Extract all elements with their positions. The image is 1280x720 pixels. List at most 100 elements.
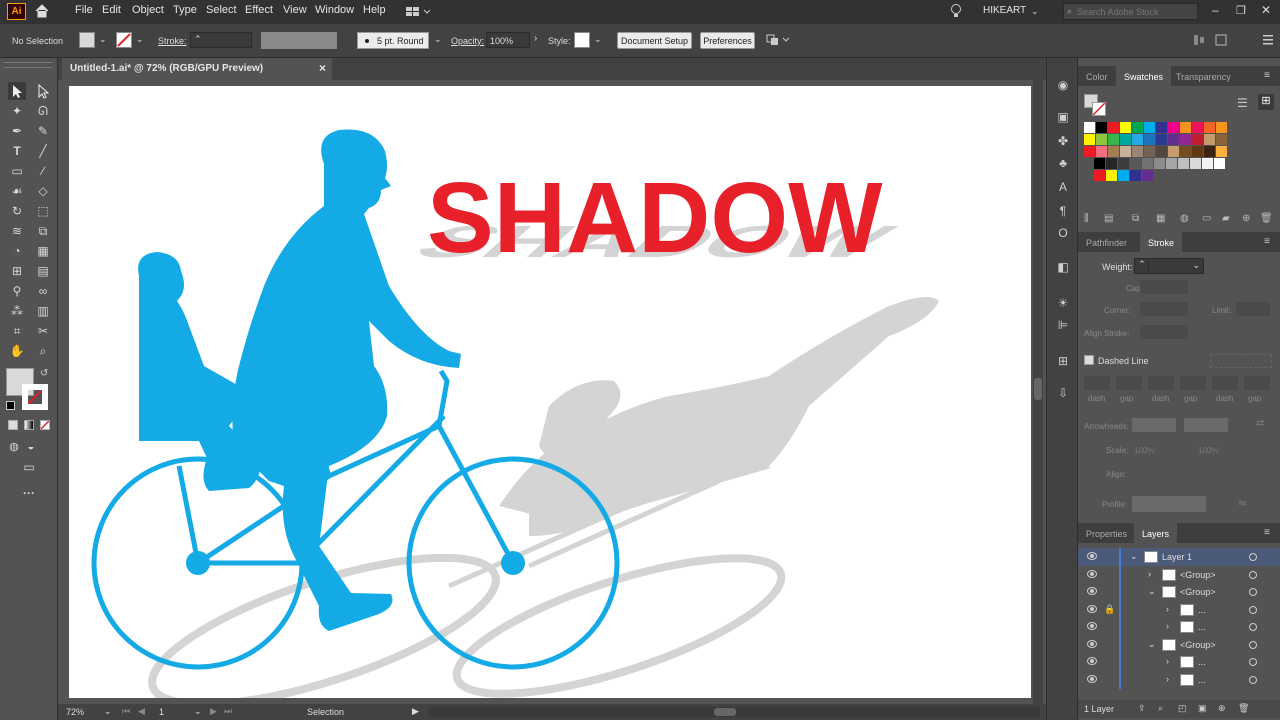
swatch[interactable] [1144, 146, 1155, 157]
target-icon[interactable] [1249, 553, 1257, 561]
align-panel-icon[interactable]: ⊫ [1054, 316, 1072, 334]
target-icon[interactable] [1249, 605, 1257, 614]
chevron-down-icon[interactable]: ⌄ [104, 706, 112, 717]
visibility-eye-icon[interactable] [1087, 622, 1097, 630]
swatch[interactable] [1106, 170, 1117, 181]
slice-tool-icon[interactable]: ✂ [34, 322, 52, 340]
swatch[interactable] [1132, 146, 1143, 157]
hand-tool-icon[interactable]: ✋ [8, 342, 26, 360]
swatch[interactable] [1130, 158, 1141, 169]
layer-row[interactable]: ⌄ <Group> [1078, 583, 1280, 601]
rectangle-tool-icon[interactable]: ▭ [8, 162, 26, 180]
visibility-eye-icon[interactable] [1087, 587, 1097, 595]
close-window-icon[interactable]: ✕ [1261, 3, 1271, 17]
appearance-icon[interactable]: ☀ [1054, 294, 1072, 312]
color-mode-icon[interactable] [8, 420, 18, 430]
start-arrowhead-select[interactable] [1132, 418, 1176, 432]
swatch[interactable] [1144, 122, 1155, 133]
transform-panel-icon[interactable]: ◧ [1054, 258, 1072, 276]
new-group-icon[interactable]: ▭ [1202, 213, 1211, 224]
clipping-mask-icon[interactable]: ◰ [1178, 703, 1187, 714]
swatch[interactable] [1132, 122, 1143, 133]
more-tools-icon[interactable]: ··· [20, 484, 38, 502]
swatch[interactable] [1216, 122, 1227, 133]
end-arrowhead-select[interactable] [1184, 418, 1228, 432]
artboard-tool-icon[interactable]: ⌗ [8, 322, 26, 340]
swatch[interactable] [1106, 158, 1117, 169]
swatch[interactable] [1084, 122, 1095, 133]
swatch[interactable] [1214, 158, 1225, 169]
rotate-tool-icon[interactable]: ↻ [8, 202, 26, 220]
swatch[interactable] [1168, 122, 1179, 133]
swatch[interactable] [1118, 158, 1129, 169]
swatch-options-icon[interactable]: ⧉ [1132, 213, 1139, 224]
horizontal-scrollbar[interactable] [428, 707, 1040, 717]
mesh-tool-icon[interactable]: ⊞ [8, 262, 26, 280]
swatch[interactable] [1096, 146, 1107, 157]
close-tab-icon[interactable]: × [319, 61, 326, 75]
variable-width-profile[interactable] [261, 32, 337, 49]
first-artboard-icon[interactable]: ⏮ [122, 706, 130, 717]
document-setup-button[interactable]: Document Setup [617, 32, 692, 49]
swatch[interactable] [1156, 122, 1167, 133]
zoom-tool-icon[interactable]: ⌕ [34, 342, 52, 360]
zoom-level[interactable]: 72% [66, 707, 84, 717]
target-icon[interactable] [1249, 570, 1257, 579]
tab-untitled-1[interactable]: Untitled-1.ai* @ 72% (RGB/GPU Preview) × [62, 58, 332, 80]
artboard[interactable]: SHADOW SHADOW [69, 86, 1031, 698]
magic-wand-tool-icon[interactable]: ✦ [8, 102, 26, 120]
swatch-libraries-icon[interactable]: ⫼ [1084, 213, 1089, 224]
folder-icon[interactable]: ▰ [1222, 213, 1230, 224]
corner-buttons[interactable] [1140, 302, 1188, 316]
dash-gap-field[interactable] [1244, 376, 1270, 390]
dash-gap-field[interactable] [1212, 376, 1238, 390]
chevron-down-icon[interactable]: ⌄ [1130, 551, 1138, 562]
panel-menu-icon[interactable]: ≡ [1264, 70, 1270, 81]
cap-buttons[interactable] [1140, 280, 1188, 294]
direct-selection-tool-icon[interactable] [34, 82, 52, 100]
swatch[interactable] [1216, 146, 1227, 157]
transform-icon[interactable] [1214, 33, 1228, 47]
menu-type[interactable]: Type [173, 4, 197, 16]
style-swatch[interactable] [574, 32, 590, 48]
swatch[interactable] [1094, 170, 1105, 181]
new-layer-icon[interactable]: ⊕ [1218, 703, 1226, 714]
swatch[interactable] [1108, 134, 1119, 145]
chevron-down-icon[interactable]: ⌄ [1148, 586, 1156, 597]
tab-color[interactable]: Color [1078, 66, 1116, 86]
visibility-eye-icon[interactable] [1087, 569, 1097, 578]
symbols-icon[interactable]: ♣ [1054, 154, 1072, 172]
fill-swatch[interactable] [79, 32, 95, 48]
swap-fill-stroke-icon[interactable]: ↺ [40, 368, 48, 379]
account-name[interactable]: HIKEART [983, 5, 1026, 16]
line-segment-tool-icon[interactable]: ╱ [34, 142, 52, 160]
eraser-tool-icon[interactable]: ◇ [34, 182, 52, 200]
vertical-scrollbar[interactable] [1033, 80, 1043, 704]
shaper-tool-icon[interactable]: ☙ [8, 182, 26, 200]
swatch[interactable] [1096, 134, 1107, 145]
swatch[interactable] [1120, 134, 1131, 145]
swatch[interactable] [1202, 158, 1213, 169]
artboard-number[interactable]: 1 [159, 707, 164, 717]
stock-search[interactable]: ⌕ [1063, 3, 1198, 20]
chevron-right-icon[interactable]: › [1166, 674, 1169, 684]
arrange-icon[interactable] [766, 32, 792, 48]
search-input[interactable] [1077, 5, 1195, 18]
color-group-icon[interactable]: ▦ [1156, 213, 1165, 224]
chevron-right-icon[interactable]: › [1148, 569, 1151, 579]
grid-icon[interactable]: ⊞ [1054, 352, 1072, 370]
tab-transparency[interactable]: Transparency [1168, 66, 1239, 86]
swatch[interactable] [1120, 146, 1131, 157]
profile-select[interactable] [1132, 496, 1206, 512]
list-view-icon[interactable]: ☰ [1237, 96, 1248, 110]
canvas[interactable]: SHADOW SHADOW [58, 80, 1046, 704]
brushes-icon[interactable]: ✤ [1054, 132, 1072, 150]
color-guide-icon[interactable]: ◉ [1054, 76, 1072, 94]
none-mode-icon[interactable] [40, 420, 50, 430]
new-swatch-icon[interactable]: ⊕ [1242, 213, 1250, 224]
target-icon[interactable] [1249, 640, 1257, 649]
chevron-right-icon[interactable]: › [1166, 656, 1169, 666]
lasso-tool-icon[interactable]: ᘏ [34, 102, 52, 120]
tab-properties[interactable]: Properties [1078, 523, 1135, 543]
chevron-down-icon[interactable]: ⌄ [194, 706, 202, 717]
